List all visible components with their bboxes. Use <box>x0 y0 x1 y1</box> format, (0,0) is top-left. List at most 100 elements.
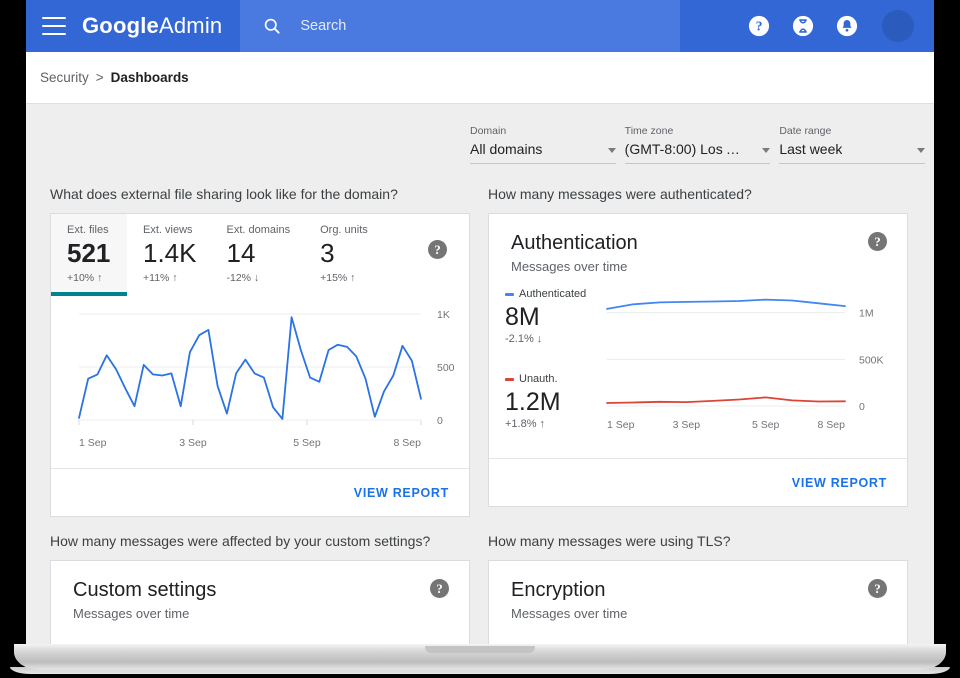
svg-text:8 Sep: 8 Sep <box>394 437 422 449</box>
dashboard-row-1: What does external file sharing look lik… <box>50 186 912 517</box>
metric-ext-views[interactable]: Ext. views 1.4K +11% ↑ <box>127 214 211 296</box>
svg-text:500K: 500K <box>859 354 884 366</box>
metric-value: 14 <box>227 237 291 270</box>
chart-svg: 1M500K01 Sep3 Sep5 Sep8 Sep <box>597 284 907 444</box>
metric-label: Ext. files <box>67 224 113 236</box>
card-question-encryption: How many messages were using TLS? <box>488 533 908 551</box>
card-title: Authentication <box>511 232 868 255</box>
metric-label: Ext. domains <box>227 224 291 236</box>
help-icon[interactable]: ? <box>428 240 447 259</box>
card-column-authentication: How many messages were authenticated? Au… <box>488 186 908 517</box>
hamburger-menu-icon[interactable] <box>42 17 66 35</box>
help-icon[interactable]: ? <box>430 579 449 598</box>
metric-delta: +15% ↑ <box>320 272 368 284</box>
svg-text:1 Sep: 1 Sep <box>607 419 635 431</box>
breadcrumb-separator: > <box>96 70 104 85</box>
filter-domain-label: Domain <box>470 125 616 137</box>
help-circle-icon[interactable]: ? <box>748 15 770 37</box>
svg-text:1K: 1K <box>437 309 450 321</box>
card-encryption: Encryption Messages over time ? <box>488 560 908 645</box>
dashboard-row-2: How many messages were affected by your … <box>50 533 912 645</box>
card-header: Custom settings Messages over time ? <box>51 561 469 621</box>
app-bar-actions: ? <box>726 10 934 42</box>
svg-text:0: 0 <box>437 415 443 427</box>
hourglass-icon[interactable] <box>792 15 814 37</box>
metric-label: Ext. views <box>143 224 197 236</box>
chart-legend: Authenticated 8M -2.1% ↓ Unauth. <box>505 284 597 458</box>
help-icon[interactable]: ? <box>868 579 887 598</box>
metric-delta: -12% ↓ <box>227 272 291 284</box>
bell-icon[interactable] <box>836 15 858 37</box>
filter-domain[interactable]: Domain All domains <box>470 125 616 164</box>
metric-org-units[interactable]: Org. units 3 +15% ↑ <box>304 214 382 296</box>
svg-text:0: 0 <box>859 401 865 413</box>
laptop-mockup: GoogleAdmin ? <box>0 0 960 678</box>
chevron-down-icon[interactable] <box>608 148 616 153</box>
filter-date-range-value: Last week <box>779 141 842 157</box>
card-file-sharing: Ext. files 521 +10% ↑ Ext. views 1.4K +1… <box>50 213 470 517</box>
card-column-custom-settings: How many messages were affected by your … <box>50 533 470 645</box>
legend-delta: +1.8% ↑ <box>505 418 597 430</box>
metric-value: 521 <box>67 237 113 270</box>
legend-delta: -2.1% ↓ <box>505 333 597 345</box>
filter-date-range-label: Date range <box>779 125 925 137</box>
view-report-link[interactable]: VIEW REPORT <box>354 486 449 500</box>
card-question-file-sharing: What does external file sharing look lik… <box>50 186 470 204</box>
breadcrumb-security[interactable]: Security <box>40 70 89 85</box>
metric-ext-domains[interactable]: Ext. domains 14 -12% ↓ <box>211 214 305 296</box>
metric-strip: Ext. files 521 +10% ↑ Ext. views 1.4K +1… <box>51 214 469 296</box>
card-footer: VIEW REPORT <box>489 458 907 506</box>
card-header: Encryption Messages over time ? <box>489 561 907 621</box>
legend-label: Unauth. <box>519 373 558 385</box>
card-authentication: Authentication Messages over time ? <box>488 213 908 507</box>
laptop-notch <box>425 646 535 653</box>
card-custom-settings: Custom settings Messages over time ? <box>50 560 470 645</box>
dashboard-content: What does external file sharing look lik… <box>26 172 934 645</box>
filter-timezone[interactable]: Time zone (GMT-8:00) Los A… <box>625 125 771 164</box>
card-header: Authentication Messages over time ? <box>489 214 907 274</box>
legend-item-unauth[interactable]: Unauth. 1.2M +1.8% ↑ <box>505 373 597 430</box>
app-bar: GoogleAdmin ? <box>26 0 934 52</box>
svg-text:500: 500 <box>437 362 455 374</box>
filter-bar: Domain All domains Time zone (GMT-8:00) … <box>26 104 934 172</box>
metric-delta: +10% ↑ <box>67 272 113 284</box>
search-box[interactable] <box>240 0 680 52</box>
filter-domain-value: All domains <box>470 141 542 157</box>
svg-text:3 Sep: 3 Sep <box>673 419 701 431</box>
help-icon[interactable]: ? <box>868 232 887 251</box>
svg-text:5 Sep: 5 Sep <box>752 419 780 431</box>
svg-text:3 Sep: 3 Sep <box>179 437 207 449</box>
legend-value: 1.2M <box>505 387 597 417</box>
brand-logo[interactable]: GoogleAdmin <box>82 13 222 39</box>
chevron-down-icon[interactable] <box>917 148 925 153</box>
card-question-custom-settings: How many messages were affected by your … <box>50 533 470 551</box>
brand-admin: Admin <box>159 13 222 38</box>
card-subtitle: Messages over time <box>511 259 868 274</box>
chevron-down-icon[interactable] <box>762 148 770 153</box>
legend-item-authenticated[interactable]: Authenticated 8M -2.1% ↓ <box>505 288 597 345</box>
filter-date-range[interactable]: Date range Last week <box>779 125 925 164</box>
authentication-chart: Authenticated 8M -2.1% ↓ Unauth. <box>489 274 907 458</box>
browser-screen: GoogleAdmin ? <box>26 0 934 645</box>
card-footer: VIEW REPORT <box>51 468 469 516</box>
card-title: Encryption <box>511 579 868 602</box>
card-column-file-sharing: What does external file sharing look lik… <box>50 186 470 517</box>
brand-google: Google <box>82 13 159 38</box>
metric-value: 3 <box>320 237 368 270</box>
svg-text:5 Sep: 5 Sep <box>293 437 321 449</box>
legend-label: Authenticated <box>519 288 586 300</box>
card-question-authentication: How many messages were authenticated? <box>488 186 908 204</box>
svg-text:1M: 1M <box>859 308 874 320</box>
metric-ext-files[interactable]: Ext. files 521 +10% ↑ <box>51 214 127 296</box>
metric-value: 1.4K <box>143 237 197 270</box>
breadcrumb-dashboards: Dashboards <box>111 70 189 85</box>
svg-text:1 Sep: 1 Sep <box>79 437 107 449</box>
legend-color-swatch <box>505 293 514 296</box>
breadcrumb: Security > Dashboards <box>26 52 934 104</box>
card-subtitle: Messages over time <box>511 606 868 621</box>
avatar[interactable] <box>882 10 914 42</box>
search-input[interactable] <box>300 18 640 34</box>
legend-value: 8M <box>505 302 597 332</box>
legend-color-swatch <box>505 378 514 381</box>
view-report-link[interactable]: VIEW REPORT <box>792 476 887 490</box>
